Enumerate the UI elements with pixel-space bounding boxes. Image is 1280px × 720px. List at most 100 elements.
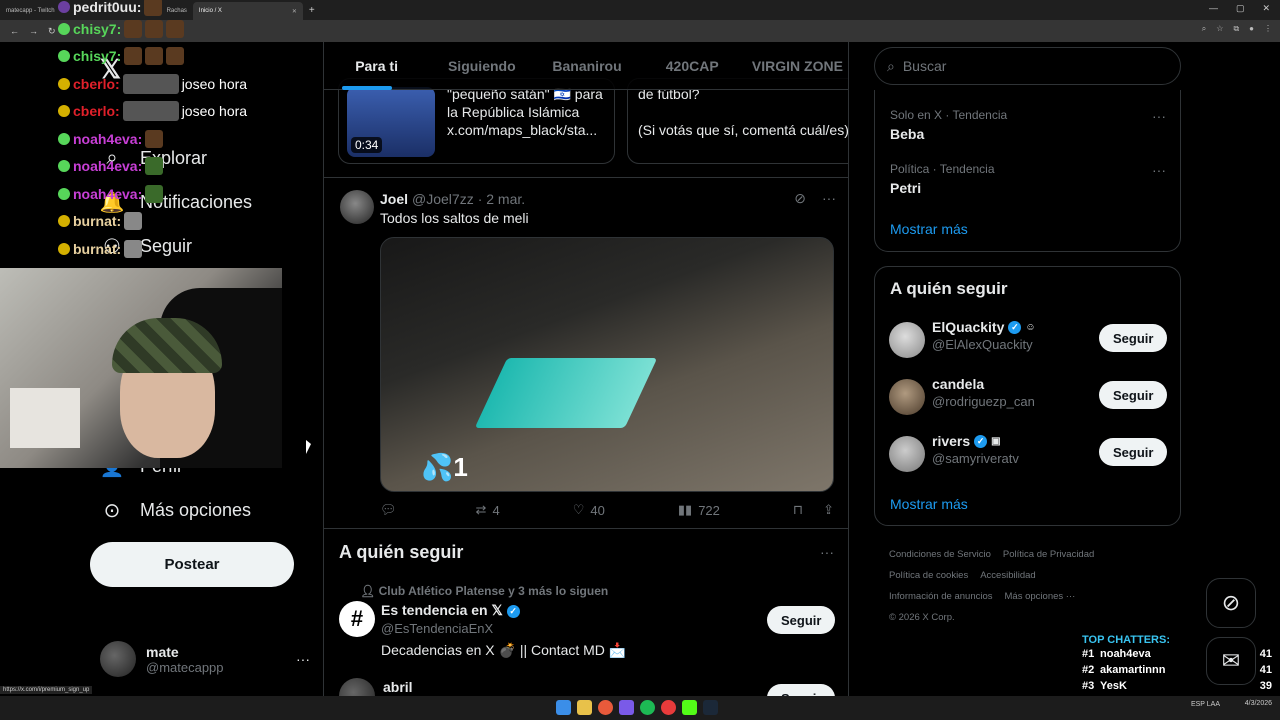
follow-suggestion[interactable]: candela @rodriguezp_can Seguir [889,376,1168,418]
app-icon[interactable] [661,700,676,715]
chat-line: burnat: [58,208,143,234]
who-to-follow-title: A quién seguir [890,279,1008,298]
more-options-icon: ⊙ [103,499,121,522]
more-icon[interactable]: ··· [820,544,834,560]
avatar[interactable] [340,190,374,224]
back-icon[interactable]: ← [10,26,19,36]
footer-link[interactable]: Información de anuncios [889,591,993,602]
footer-link[interactable]: Política de Privacidad [1003,549,1094,560]
reply-button[interactable]: 💬︎ [380,502,403,518]
star-icon[interactable]: ☆ [1216,24,1223,34]
follow-button[interactable]: Seguir [767,606,836,634]
kick-icon[interactable] [682,700,697,715]
tab-virgin-zone[interactable]: VIRGIN ZONE [745,42,848,90]
grok-icon[interactable]: ⊘ [794,190,806,207]
more-icon[interactable]: ··· [822,190,836,207]
tab-para-ti[interactable]: Para ti [324,42,429,90]
tweet-video[interactable]: 💦1 [380,237,834,492]
browser-tab-active[interactable]: Inicio / X ✕ [192,2,303,20]
chat-user: burnat: [73,213,122,229]
footer-link[interactable]: Política de cookies [889,570,968,581]
views-button[interactable]: ▮▮ 722 [678,502,720,518]
follow-suggestion[interactable]: ElQuackity ✓ ☺ @ElAlexQuackity Seguir [889,319,1168,361]
show-more-link[interactable]: Mostrar más [890,496,968,512]
forward-icon[interactable]: → [29,26,38,36]
suggestion-name: candela [932,376,984,392]
close-icon[interactable]: ✕ [292,8,297,15]
right-sidebar: ⌕ Buscar Solo en X · Tendencia Beba ··· … [874,42,1182,696]
menu-icon[interactable]: ⋮ [1264,24,1272,34]
reply-icon: 💬︎ [380,502,397,517]
suggestion-name-text: Es tendencia en 𝕏 [381,602,503,618]
more-icon[interactable]: ··· [296,651,310,667]
follow-button[interactable]: Seguir [767,684,836,696]
like-button[interactable]: ♡ 40 [573,502,605,518]
follow-button[interactable]: Seguir [1099,438,1168,466]
account-switcher[interactable]: mate @matecappp ··· [100,634,310,684]
profile-icon[interactable]: ● [1249,24,1254,34]
folder-icon[interactable] [577,700,592,715]
grok-button[interactable]: ⊘ [1206,578,1256,628]
person-icon: 👤︎ [360,584,379,598]
tab-siguiendo[interactable]: Siguiendo [429,42,534,90]
quoted-card[interactable]: de fútbol? (Si votás que sí, comentá cuá… [627,78,848,164]
discord-icon[interactable] [619,700,634,715]
clock[interactable]: 4/3/2026 [1245,699,1272,708]
start-icon[interactable] [556,700,571,715]
share-icon[interactable]: ⇪ [823,502,834,518]
new-tab-button[interactable]: + [309,5,315,16]
quoted-card[interactable]: 0:34 "pequeño satán" 🇮🇱 para la Repúblic… [338,78,615,164]
language-indicator[interactable]: ESP LAA [1191,701,1220,708]
quoted-line: x.com/maps_black/sta... [447,122,598,138]
affiliate-badge-icon: ☺ [1025,321,1036,333]
feed-tabs: Para ti Siguiendo Bananirou 420CAP VIRGI… [324,42,848,90]
tweet-author-handle[interactable]: @Joel7zz [412,191,474,207]
tab-bananirou[interactable]: Bananirou [534,42,639,90]
more-icon[interactable]: ··· [1152,108,1166,124]
avatar [339,678,375,696]
restore-icon[interactable]: ▢ [1236,3,1245,14]
follow-button[interactable]: Seguir [1099,381,1168,409]
trend-item[interactable]: Política · Tendencia Petri [890,162,995,196]
browser-tab-bar: matecapp - Twitch Rachas Inicio / X ✕ + —… [0,0,1280,20]
steam-icon[interactable] [703,700,718,715]
more-icon[interactable]: ··· [1152,162,1166,178]
show-more-link[interactable]: Mostrar más [890,221,968,237]
post-button[interactable]: Postear [90,542,294,587]
video-thumbnail[interactable]: 0:34 [347,87,435,157]
follow-suggestion[interactable]: # Es tendencia en 𝕏 ✓ @EsTendenciaEnX De… [339,601,836,671]
tweet-date[interactable]: · 2 mar. [478,191,525,207]
search-input[interactable]: ⌕ Buscar [874,47,1181,85]
hashtag-avatar-icon[interactable]: # [339,601,375,637]
browser-tab[interactable]: matecapp - Twitch [0,2,61,20]
badge-icon [58,1,70,13]
close-window-icon[interactable]: ✕ [1262,3,1270,14]
tab-420cap[interactable]: 420CAP [640,42,745,90]
tweet-text: Todos los saltos de meli [380,210,529,226]
follow-suggestion[interactable]: rivers ✓ ▣ @samyriveratv Seguir [889,433,1168,475]
bookmark-icon[interactable]: ⊓ [793,502,803,518]
nav-more-options[interactable]: ⊙ Más opciones [100,498,251,522]
tweet[interactable]: Joel @Joel7zz · 2 mar. ⊘ ··· Todos los s… [324,177,848,529]
footer-links: Condiciones de Servicio Política de Priva… [889,544,1189,628]
tweet-author-name[interactable]: Joel [380,191,408,207]
footer-link[interactable]: Más opciones ··· [1005,591,1076,602]
chat-line: chisy7: [58,16,185,42]
retweet-button[interactable]: ⇄ 4 [476,502,500,518]
footer-link[interactable]: Accesibilidad [980,570,1035,581]
zoom-icon[interactable]: ⌕ [1202,24,1206,34]
follow-suggestion[interactable]: abril [339,678,413,696]
extension-icon[interactable]: ⧉ [1233,24,1239,34]
reload-icon[interactable]: ↻ [48,26,56,37]
follow-button[interactable]: Seguir [1099,324,1168,352]
retweet-count: 4 [492,502,500,518]
search-placeholder: Buscar [902,58,947,74]
trend-item[interactable]: Solo en X · Tendencia Beba [890,108,1007,142]
affiliate-badge-icon: ▣ [991,435,1001,447]
minimize-icon[interactable]: — [1209,3,1218,14]
spotify-icon[interactable] [640,700,655,715]
chrome-icon[interactable] [598,700,613,715]
footer-link[interactable]: Condiciones de Servicio [889,549,991,560]
chatter-row: #2 akamartinnn 41 [1082,662,1272,678]
emote-icon [124,240,143,258]
